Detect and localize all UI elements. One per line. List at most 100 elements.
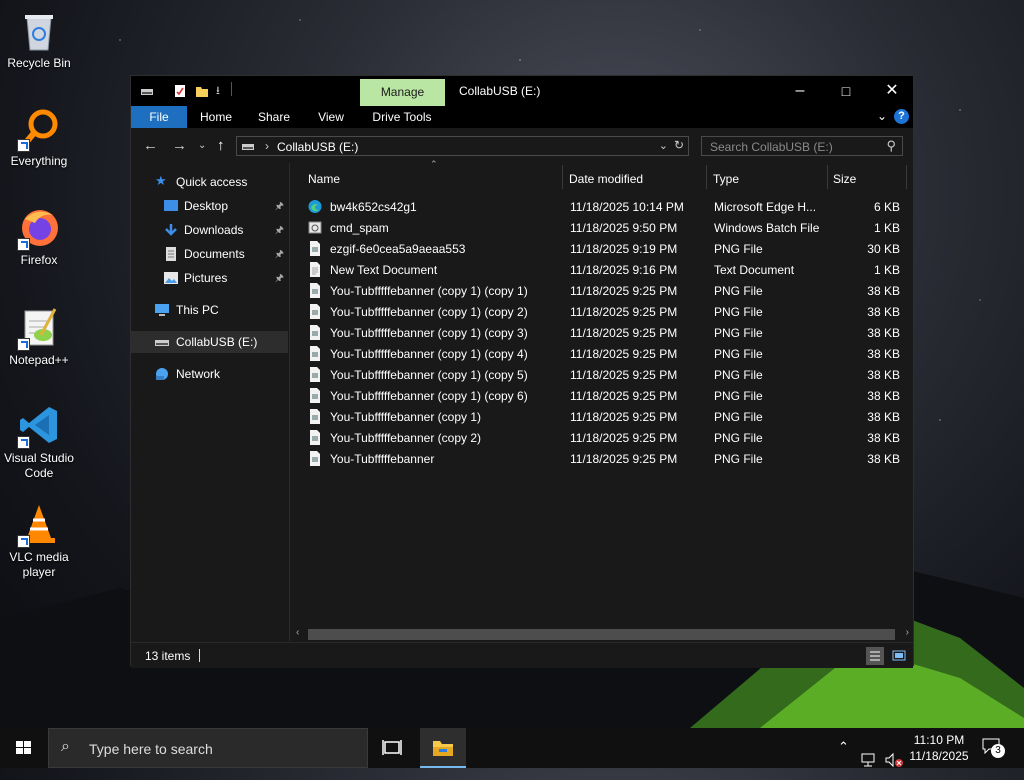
pin-icon: 🖈 [274, 225, 284, 236]
desktop-icon-everything[interactable]: Everything [2, 106, 76, 169]
forward-icon[interactable]: → [172, 137, 187, 154]
tab-home[interactable]: Home [193, 106, 239, 128]
show-hidden-icons-icon[interactable]: ⌃ [838, 739, 849, 779]
png-file-icon [308, 367, 322, 382]
desktop-icon-vlc[interactable]: VLC media player [2, 502, 76, 580]
column-divider[interactable] [562, 165, 563, 189]
nav-this-pc[interactable]: This PC [131, 299, 288, 321]
taskbar-file-explorer[interactable] [420, 728, 466, 768]
file-row[interactable]: You-Tubfffffebanner (copy 1) (copy 2) 11/… [302, 301, 902, 322]
download-arrow-icon [165, 224, 177, 236]
volume-muted-icon[interactable] [884, 740, 904, 780]
properties-icon[interactable] [173, 84, 187, 98]
large-icons-view-icon[interactable] [890, 647, 908, 665]
details-view-icon[interactable] [866, 647, 884, 665]
file-type: Microsoft Edge H... [714, 200, 817, 214]
column-header-date-modified[interactable]: Date modified [569, 165, 704, 193]
minimize-icon[interactable]: – [777, 76, 823, 106]
system-clock[interactable]: 11:10 PM 11/18/2025 [904, 732, 974, 764]
tab-view[interactable]: View [308, 106, 354, 128]
recent-locations-icon[interactable]: ⌄ [198, 140, 206, 151]
vscode-icon [17, 403, 61, 449]
windows-start-icon[interactable] [0, 728, 48, 768]
search-input[interactable]: Search CollabUSB (E:) ⚲ [701, 136, 903, 156]
address-dropdown-icon[interactable]: ⌄ [659, 139, 668, 152]
up-icon[interactable]: ↑ [217, 137, 225, 154]
taskbar-search-input[interactable]: ⌕ Type here to search [48, 728, 368, 768]
column-header-name[interactable]: Name [308, 165, 560, 193]
file-row[interactable]: New Text Document 11/18/2025 9:16 PM Text … [302, 259, 902, 280]
file-size: 6 KB [873, 200, 900, 214]
nav-collabusb-drive[interactable]: CollabUSB (E:) [131, 331, 288, 353]
address-bar[interactable]: › CollabUSB (E:) ⌄ ↻ [236, 136, 689, 156]
drive-icon [141, 89, 153, 95]
nav-documents[interactable]: Documents 🖈 [131, 243, 288, 265]
expand-ribbon-icon[interactable]: ⌄ [877, 109, 887, 123]
tab-drive-tools[interactable]: Drive Tools [367, 106, 437, 128]
help-icon[interactable]: ? [894, 109, 909, 124]
horizontal-scrollbar[interactable]: ‹ › [290, 627, 913, 642]
file-date-modified: 11/18/2025 9:25 PM [570, 347, 678, 361]
firefox-icon [17, 205, 61, 251]
taskbar-search-placeholder: Type here to search [89, 741, 213, 757]
file-row[interactable]: You-Tubfffffebanner (copy 1) (copy 5) 11/… [302, 364, 902, 385]
breadcrumb-current[interactable]: CollabUSB (E:) [277, 140, 358, 154]
file-row[interactable]: You-Tubfffffebanner (copy 1) 11/18/2025 9… [302, 406, 902, 427]
file-name: You-Tubfffffebanner (copy 1) (copy 3) [330, 326, 528, 340]
file-row[interactable]: cmd_spam 11/18/2025 9:50 PM Windows Batch … [302, 217, 902, 238]
file-row[interactable]: ezgif-6e0cea5a9aeaa553 11/18/2025 9:19 PM… [302, 238, 902, 259]
breadcrumb-separator-icon: › [265, 139, 269, 153]
nav-quick-access[interactable]: ★ Quick access [131, 171, 288, 193]
back-icon[interactable]: ← [143, 137, 158, 154]
column-divider[interactable] [906, 165, 907, 189]
desktop-icon-vscode[interactable]: Visual Studio Code [2, 403, 76, 481]
new-folder-icon[interactable] [195, 84, 209, 98]
task-view-icon[interactable] [376, 728, 408, 768]
file-row[interactable]: You-Tubfffffebanner (copy 1) (copy 4) 11/… [302, 343, 902, 364]
tab-manage[interactable]: Manage [360, 79, 445, 106]
close-icon[interactable]: ✕ [869, 76, 915, 106]
batch-file-icon [308, 220, 322, 235]
network-icon [156, 368, 168, 380]
column-header-type[interactable]: Type [713, 165, 826, 193]
file-row[interactable]: You-Tubfffffebanner (copy 1) (copy 6) 11/… [302, 385, 902, 406]
file-row[interactable]: You-Tubfffffebanner (copy 1) (copy 1) 11/… [302, 280, 902, 301]
file-name: You-Tubfffffebanner (copy 1) (copy 5) [330, 368, 528, 382]
file-row[interactable]: You-Tubfffffebanner (copy 2) 11/18/2025 9… [302, 427, 902, 448]
refresh-icon[interactable]: ↻ [674, 138, 684, 152]
scrollbar-thumb[interactable] [308, 629, 895, 640]
shortcut-arrow-icon [17, 139, 30, 152]
nav-network[interactable]: Network [131, 363, 288, 385]
file-row[interactable]: You-Tubfffffebanner (copy 1) (copy 3) 11/… [302, 322, 902, 343]
customize-quick-access-icon[interactable]: ⭳ [216, 82, 220, 97]
file-date-modified: 11/18/2025 9:25 PM [570, 368, 678, 382]
png-file-icon [308, 388, 322, 403]
file-name: You-Tubfffffebanner (copy 1) [330, 410, 482, 424]
tab-file[interactable]: File [131, 106, 187, 128]
network-icon[interactable] [860, 740, 880, 780]
desktop-icon-label: Everything [10, 154, 68, 168]
file-type: Text Document [714, 263, 795, 277]
nav-pictures[interactable]: Pictures 🖈 [131, 267, 288, 289]
nav-desktop[interactable]: Desktop 🖈 [131, 195, 288, 217]
column-header-size[interactable]: Size [833, 165, 903, 193]
desktop-icon-firefox[interactable]: Firefox [2, 205, 76, 268]
desktop-icon-recycle-bin[interactable]: Recycle Bin [2, 8, 76, 71]
scroll-right-icon[interactable]: › [906, 627, 909, 638]
file-row[interactable]: You-Tubfffffebanner 11/18/2025 9:25 PM PNG… [302, 448, 902, 469]
column-divider[interactable] [706, 165, 707, 189]
column-divider[interactable] [827, 165, 828, 189]
maximize-icon[interactable]: □ [823, 76, 869, 106]
file-type: PNG File [714, 431, 763, 445]
drive-icon [242, 144, 254, 150]
tab-share[interactable]: Share [251, 106, 297, 128]
file-row[interactable]: bw4k652cs42g1 11/18/2025 10:14 PM Microsof… [302, 196, 902, 217]
usb-drive-icon [155, 340, 169, 346]
file-date-modified: 11/18/2025 9:19 PM [570, 242, 678, 256]
desktop-icon-notepad-plus-plus[interactable]: Notepad++ [2, 305, 76, 368]
scroll-left-icon[interactable]: ‹ [296, 627, 299, 638]
nav-label: Pictures [184, 271, 228, 285]
action-center-button[interactable]: 3 [982, 738, 1006, 760]
file-size: 1 KB [873, 221, 900, 235]
nav-downloads[interactable]: Downloads 🖈 [131, 219, 288, 241]
